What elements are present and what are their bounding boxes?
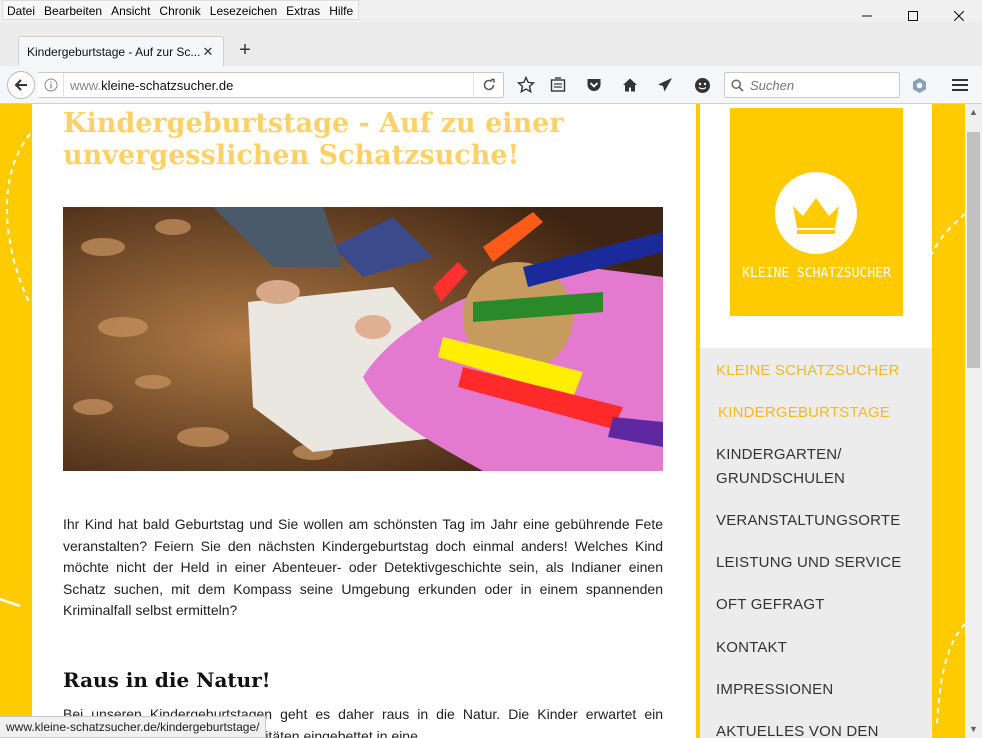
left-decoration bbox=[0, 133, 31, 608]
search-icon bbox=[731, 78, 744, 92]
nav-veranstaltungsorte[interactable]: VERANSTALTUNGSORTE bbox=[716, 510, 900, 531]
minimize-icon bbox=[862, 15, 872, 17]
close-icon bbox=[954, 11, 964, 21]
nav-kontakt[interactable]: KONTAKT bbox=[716, 637, 787, 658]
scrollbar-thumb[interactable] bbox=[967, 132, 980, 368]
nav-grundschulen[interactable]: GRUNDSCHULEN bbox=[716, 468, 845, 489]
nav-kindergeburtstage[interactable]: KINDERGEBURTSTAGE bbox=[718, 402, 890, 423]
send-icon[interactable] bbox=[655, 75, 675, 95]
main-content: Kindergeburtstage - Auf zu einer unverge… bbox=[32, 104, 696, 738]
url-bar[interactable]: www.kleine-schatzsucher.de bbox=[38, 72, 504, 98]
intro-paragraph: Ihr Kind hat bald Geburtstag und Sie wol… bbox=[63, 516, 663, 618]
url-text[interactable]: www.kleine-schatzsucher.de bbox=[64, 78, 473, 93]
url-domain: kleine-schatzsucher.de bbox=[101, 77, 234, 93]
tab-bar: Kindergeburtstage - Auf zur Sc... ✕ + bbox=[0, 22, 982, 66]
menu-extras[interactable]: Extras bbox=[282, 1, 325, 19]
reload-button[interactable] bbox=[473, 73, 503, 97]
crown-icon bbox=[793, 198, 839, 234]
hamburger-menu-icon[interactable] bbox=[950, 75, 970, 95]
page-title: Kindergeburtstage - Auf zu einer unverge… bbox=[63, 108, 564, 171]
scroll-down-arrow-icon[interactable]: ▼ bbox=[965, 721, 982, 738]
tab-kindergeburtstage[interactable]: Kindergeburtstage - Auf zur Sc... ✕ bbox=[18, 36, 224, 66]
pocket-icon[interactable] bbox=[584, 75, 604, 95]
nav-impressionen[interactable]: IMPRESSIONEN bbox=[716, 679, 833, 700]
menu-bearbeiten[interactable]: Bearbeiten bbox=[40, 1, 107, 19]
site-navigation: KLEINE SCHATZSUCHER KINDERGEBURTSTAGE KI… bbox=[700, 348, 932, 738]
nav-kleine-schatzsucher[interactable]: KLEINE SCHATZSUCHER bbox=[716, 360, 900, 381]
nav-leistung-und-service[interactable]: LEISTUNG UND SERVICE bbox=[716, 552, 901, 573]
back-arrow-icon bbox=[14, 79, 27, 91]
logo-text: KLEINE SCHATZSUCHER bbox=[742, 266, 891, 281]
logo-circle bbox=[775, 172, 857, 254]
reload-icon bbox=[483, 78, 495, 91]
reading-list-icon[interactable] bbox=[548, 75, 568, 95]
new-tab-button[interactable]: + bbox=[234, 40, 256, 62]
menu-datei[interactable]: Datei bbox=[3, 1, 40, 19]
menu-ansicht[interactable]: Ansicht bbox=[107, 1, 155, 19]
search-input[interactable] bbox=[750, 77, 890, 93]
menu-hilfe[interactable]: Hilfe bbox=[325, 1, 358, 19]
right-decoration bbox=[931, 104, 965, 738]
site-info-icon[interactable] bbox=[38, 73, 64, 97]
section-heading: Raus in die Natur! bbox=[63, 668, 271, 692]
url-prefix: www. bbox=[70, 77, 102, 93]
sidebar: KLEINE SCHATZSUCHER KLEINE SCHATZSUCHER … bbox=[700, 104, 932, 738]
extension-icon[interactable] bbox=[909, 75, 929, 95]
back-button[interactable] bbox=[7, 71, 35, 99]
menu-list: Datei Bearbeiten Ansicht Chronik Lesezei… bbox=[2, 0, 360, 20]
page-viewport: Kindergeburtstage - Auf zu einer unverge… bbox=[0, 104, 965, 738]
status-bar-link: www.kleine-schatzsucher.de/kindergeburts… bbox=[0, 716, 267, 738]
site-logo[interactable]: KLEINE SCHATZSUCHER bbox=[730, 108, 903, 316]
emoji-icon[interactable] bbox=[692, 75, 712, 95]
nav-aktuelles[interactable]: AKTUELLES VON DEN bbox=[716, 721, 879, 738]
maximize-icon bbox=[908, 11, 918, 21]
scroll-up-arrow-icon[interactable]: ▲ bbox=[965, 104, 982, 121]
menu-chronik[interactable]: Chronik bbox=[155, 1, 205, 19]
tab-title: Kindergeburtstage - Auf zur Sc... bbox=[27, 44, 201, 59]
menu-lesezeichen[interactable]: Lesezeichen bbox=[206, 1, 282, 19]
menu-bar: Datei Bearbeiten Ansicht Chronik Lesezei… bbox=[0, 0, 982, 22]
nav-kindergarten[interactable]: KINDERGARTEN/ bbox=[716, 444, 842, 465]
search-box[interactable] bbox=[724, 72, 900, 98]
nav-oft-gefragt[interactable]: OFT GEFRAGT bbox=[716, 594, 825, 615]
vertical-scrollbar[interactable]: ▲ ▼ bbox=[965, 104, 982, 738]
bookmark-star-icon[interactable] bbox=[516, 75, 536, 95]
tab-close-icon[interactable]: ✕ bbox=[201, 44, 215, 60]
hero-image bbox=[63, 207, 663, 471]
home-icon[interactable] bbox=[620, 75, 640, 95]
navigation-toolbar: www.kleine-schatzsucher.de bbox=[0, 66, 982, 104]
